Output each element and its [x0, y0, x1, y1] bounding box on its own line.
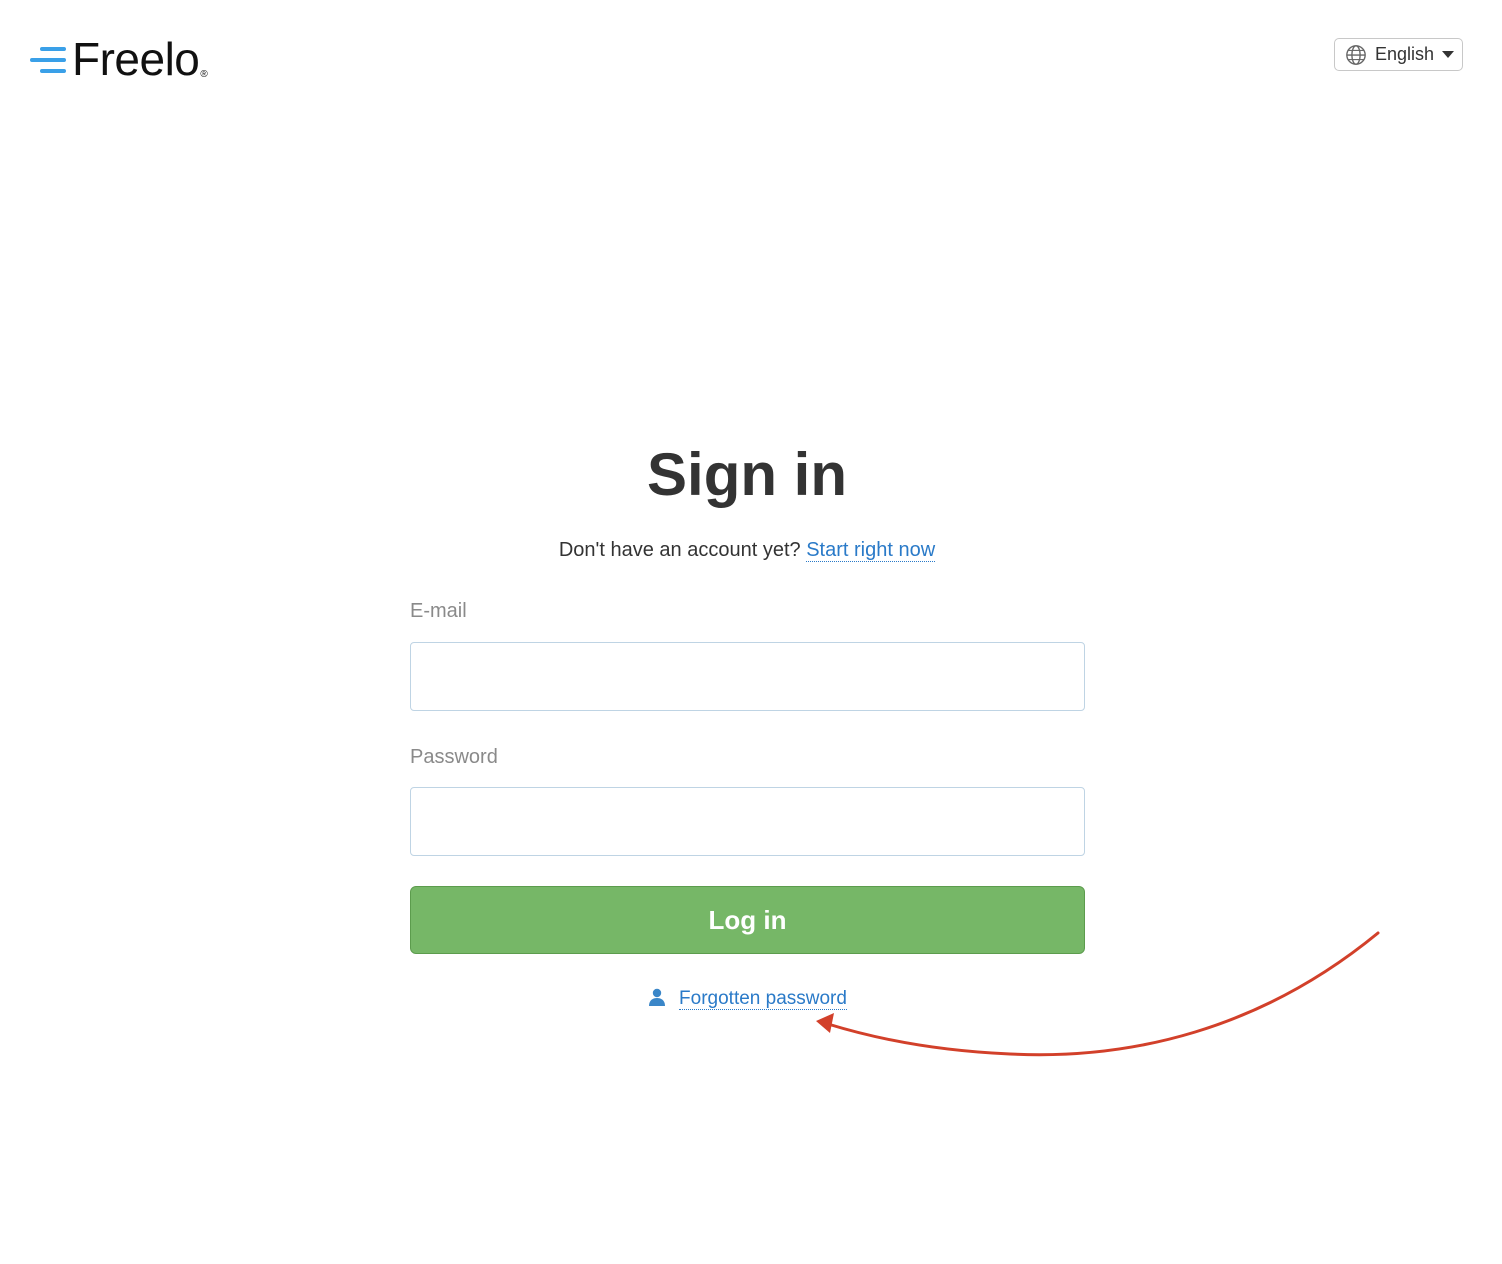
- signup-prompt-text: Don't have an account yet?: [558, 539, 801, 561]
- login-button[interactable]: Log in: [410, 886, 1085, 954]
- logo-registered-mark: ®: [200, 69, 208, 80]
- globe-icon: [1346, 44, 1366, 65]
- login-page: Freelo ® English Sign in Don't have an a…: [0, 0, 1502, 1264]
- freelo-logo[interactable]: Freelo ®: [30, 34, 208, 84]
- signup-prompt-line: Don't have an account yet? Start right n…: [0, 536, 1494, 564]
- forgotten-password-link[interactable]: Forgotten password: [679, 988, 847, 1010]
- email-field[interactable]: [410, 642, 1085, 711]
- language-label: English: [1375, 44, 1435, 64]
- annotation-arrow: [816, 931, 1380, 1057]
- password-label: Password: [410, 746, 498, 768]
- start-right-now-link[interactable]: Start right now: [806, 539, 936, 562]
- caret-down-icon: [1442, 51, 1455, 58]
- forgot-password-row: Forgotten password: [0, 986, 1494, 1012]
- person-icon: [649, 988, 666, 1006]
- password-field[interactable]: [410, 787, 1085, 856]
- logo-mark-icon: [30, 39, 68, 79]
- logo-text: Freelo: [72, 33, 200, 85]
- language-selector[interactable]: English: [1334, 38, 1463, 71]
- page-title: Sign in: [647, 441, 847, 508]
- email-label: E-mail: [410, 600, 467, 622]
